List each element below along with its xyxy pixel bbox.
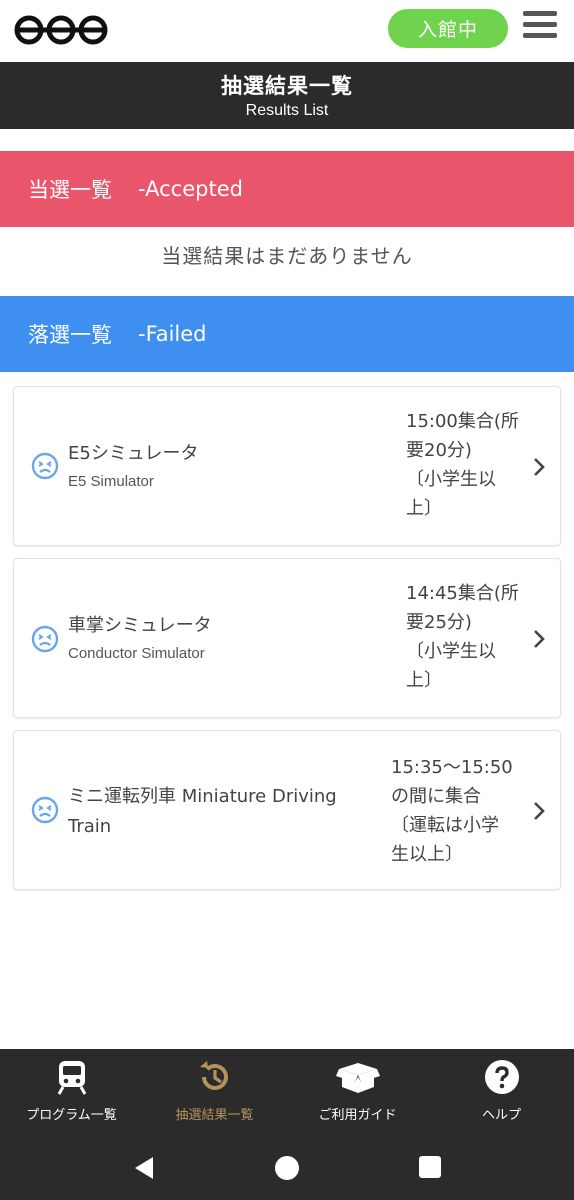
card-time: 15:00集合(所 要20分) 〔小学生以 上〕 bbox=[406, 411, 519, 519]
accepted-empty-message: 当選結果はまだありません bbox=[161, 244, 413, 268]
history-icon bbox=[199, 1061, 228, 1090]
nav-label: プログラム一覧 bbox=[26, 1108, 117, 1123]
question-circle-icon bbox=[484, 1060, 519, 1094]
sad-face-icon bbox=[31, 796, 59, 824]
entry-status-badge[interactable]: 入館中 bbox=[388, 9, 508, 48]
home-icon[interactable] bbox=[274, 1155, 300, 1181]
open-box-icon bbox=[335, 1063, 380, 1093]
result-card[interactable]: 車掌シミュレータ Conductor Simulator 14:45集合(所 要… bbox=[13, 558, 561, 718]
nav-item-help[interactable]: ヘルプ bbox=[430, 1049, 573, 1135]
logo-icon[interactable] bbox=[13, 13, 109, 47]
page-title-bar: 抽選結果一覧 Results List bbox=[0, 62, 574, 129]
accepted-section-header: 当選一覧 -Accepted bbox=[0, 151, 574, 227]
accepted-label-en: -Accepted bbox=[138, 177, 243, 201]
sad-face-icon bbox=[31, 625, 59, 653]
card-name-ja: 車掌シミュレータ bbox=[68, 615, 212, 636]
recent-apps-icon[interactable] bbox=[418, 1155, 442, 1179]
nav-item-guide[interactable]: ご利用ガイド bbox=[286, 1049, 429, 1135]
chevron-right-icon[interactable] bbox=[532, 456, 546, 478]
nav-item-results[interactable]: 抽選結果一覧 bbox=[143, 1049, 286, 1135]
nav-label: 抽選結果一覧 bbox=[175, 1108, 254, 1123]
system-navigation-bar bbox=[0, 1135, 574, 1200]
sad-face-icon bbox=[31, 452, 59, 480]
train-icon bbox=[57, 1061, 86, 1095]
bottom-navigation: プログラム一覧 抽選結果一覧 ご利用ガイド ヘルプ bbox=[0, 1049, 574, 1135]
card-time: 14:45集合(所 要25分) 〔小学生以 上〕 bbox=[406, 583, 519, 691]
failed-label-ja: 落選一覧 bbox=[28, 323, 112, 347]
chevron-right-icon[interactable] bbox=[532, 800, 546, 822]
top-app-bar: 入館中 bbox=[0, 0, 574, 62]
card-title: E5シミュレータ E5 Simulator bbox=[68, 439, 198, 495]
page-title: 抽選結果一覧 bbox=[221, 74, 353, 98]
card-name-en: E5 Simulator bbox=[68, 473, 154, 490]
result-card[interactable]: E5シミュレータ E5 Simulator 15:00集合(所 要20分) 〔小… bbox=[13, 386, 561, 546]
result-card[interactable]: ミニ運転列車 Miniature Driving Train 15:35〜15:… bbox=[13, 730, 561, 890]
card-title: ミニ運転列車 Miniature Driving Train bbox=[68, 786, 337, 837]
card-time: 15:35〜15:50 の間に集合 〔運転は小学 生以上〕 bbox=[391, 757, 513, 865]
card-name-en: Conductor Simulator bbox=[68, 645, 205, 662]
page-subtitle: Results List bbox=[245, 102, 329, 119]
chevron-right-icon[interactable] bbox=[532, 628, 546, 650]
back-icon[interactable] bbox=[131, 1155, 157, 1181]
failed-section-header: 落選一覧 -Failed bbox=[0, 296, 574, 372]
accepted-label-ja: 当選一覧 bbox=[28, 178, 112, 202]
hamburger-menu-icon[interactable] bbox=[523, 11, 557, 43]
card-name-ja: E5シミュレータ bbox=[68, 443, 199, 464]
card-title: 車掌シミュレータ Conductor Simulator bbox=[68, 611, 212, 667]
failed-label-en: -Failed bbox=[138, 322, 207, 346]
nav-label: ご利用ガイド bbox=[318, 1108, 397, 1123]
nav-label: ヘルプ bbox=[481, 1108, 521, 1123]
nav-item-program-list[interactable]: プログラム一覧 bbox=[0, 1049, 143, 1135]
